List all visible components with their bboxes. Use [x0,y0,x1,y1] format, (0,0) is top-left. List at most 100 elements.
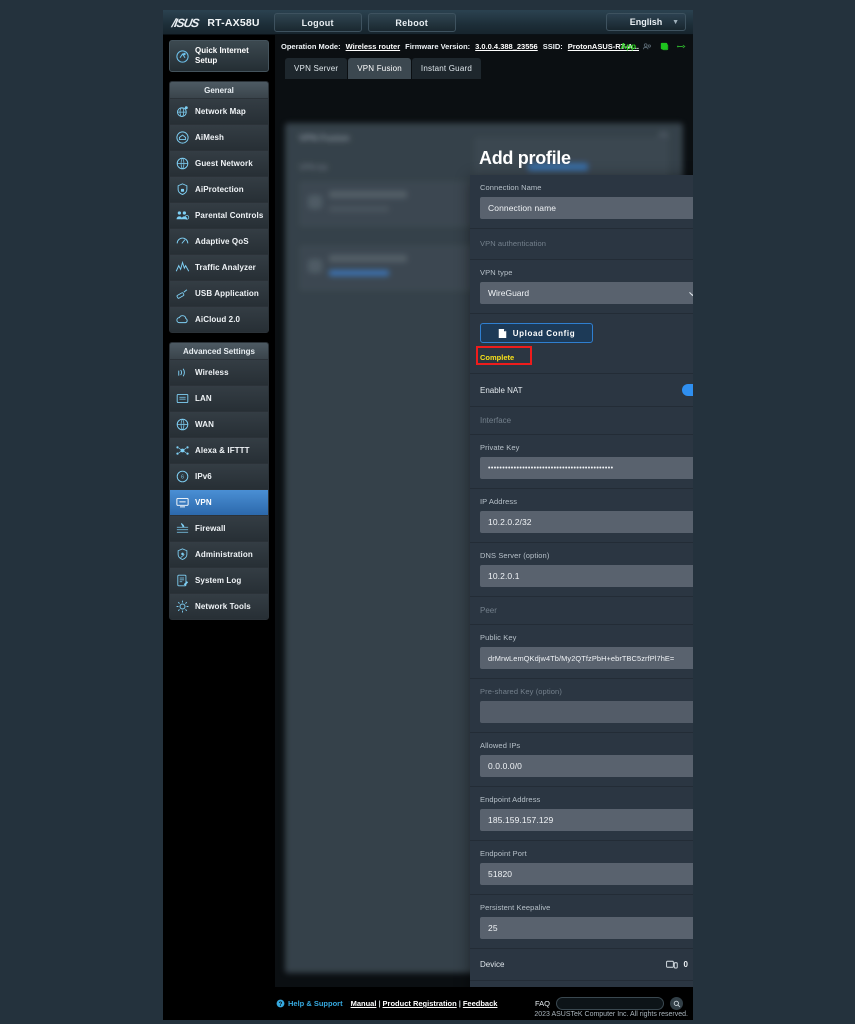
sidebar-item-aiprotection[interactable]: AiProtection [170,176,268,202]
endpoint-address-label: Endpoint Address [480,795,541,804]
sidebar-item-label: LAN [195,394,212,403]
sidebar-item-administration[interactable]: Administration [170,541,268,567]
tab-instant-guard[interactable]: Instant Guard [411,58,481,79]
status-icons: App [620,41,687,52]
chevron-down-icon: ▼ [672,18,679,26]
sidebar-item-adaptive-qos[interactable]: Adaptive QoS [170,228,268,254]
background-card-line [329,270,389,276]
sidebar-item-label: AiMesh [195,133,225,142]
sidebar-item-wan[interactable]: WAN [170,411,268,437]
usb-port-icon[interactable] [676,41,687,52]
endpoint-address-input[interactable]: 185.159.157.129 [480,809,693,831]
sidebar-item-quick-internet-setup[interactable]: Quick Internet Setup [169,40,269,72]
enable-nat-toggle[interactable] [682,384,693,396]
preshared-key-label: Pre-shared Key (option) [480,687,562,696]
allowed-ips-input[interactable]: 0.0.0.0/0 [480,755,693,777]
upload-status-row: Complete [470,346,693,374]
ipv6-icon: 6 [176,470,189,483]
public-key-input[interactable]: drMrwLemQKdjw4Tb/My2QTfzPbH+ebrTBC5zrfPl… [480,647,693,669]
allowed-ips-row: Allowed IPs 0.0.0.0/0 [470,733,693,787]
public-key-row: Public Key drMrwLemQKdjw4Tb/My2QTfzPbH+e… [470,625,693,679]
dns-server-row: DNS Server (option) 10.2.0.1 [470,543,693,597]
upload-status-text: Complete [480,353,515,362]
asus-logo: /ISUS [170,15,200,30]
sidebar-item-aimesh[interactable]: AiMesh [170,124,268,150]
faq-search: FAQ [535,997,683,1010]
connection-name-input[interactable]: Connection name [480,197,693,219]
app-link[interactable]: App [620,42,636,51]
private-key-row: Private Key ••••••••••••••••••••••••••••… [470,435,693,489]
sidebar-item-label: Parental Controls [195,211,264,220]
svg-text:6: 6 [181,474,184,480]
faq-search-input[interactable] [556,997,664,1010]
language-selector[interactable]: English ▼ [606,13,686,31]
sidebar-item-alexa-ifttt[interactable]: Alexa & IFTTT [170,437,268,463]
vpn-type-select[interactable]: WireGuard [480,282,693,304]
network-tools-icon [176,600,189,613]
background-subtitle: VPN list [299,163,328,172]
persistent-keepalive-row: Persistent Keepalive 25 [470,895,693,949]
sidebar-item-wireless[interactable]: Wireless [170,359,268,385]
aimesh-icon [176,131,189,144]
modal-title: Add profile [479,148,571,168]
traffic-analyzer-icon [175,260,190,272]
tab-vpn-fusion[interactable]: VPN Fusion [348,58,411,79]
alexa-ifttt-icon [176,446,189,455]
sidebar: Quick Internet Setup General Network Map… [163,35,275,987]
feedback-link[interactable]: Feedback [463,999,498,1008]
device-count: 0 [683,960,688,969]
tab-bar: VPN Server VPN Fusion Instant Guard [275,57,693,79]
chevron-down-icon [689,291,693,296]
sidebar-item-network-map[interactable]: Network Map [170,98,268,124]
adaptive-qos-icon [176,237,189,244]
background-card-icon [308,259,322,273]
enable-nat-label: Enable NAT [480,385,523,395]
sidebar-item-traffic-analyzer[interactable]: Traffic Analyzer [170,254,268,280]
sidebar-group-general: General Network Map AiMesh Guest Network Ai… [169,81,269,333]
logout-button[interactable]: Logout [273,13,362,32]
sidebar-item-usb-application[interactable]: USB Application [170,280,268,306]
operation-status-bar: Operation Mode: Wireless router Firmware… [275,35,693,57]
private-key-input[interactable]: ••••••••••••••••••••••••••••••••••••••••… [480,457,693,479]
sidebar-item-guest-network[interactable]: Guest Network [170,150,268,176]
peer-section-header[interactable]: Peer [470,597,693,625]
product-registration-link[interactable]: Product Registration [383,999,457,1008]
sidebar-item-system-log[interactable]: System Log [170,567,268,593]
sidebar-item-vpn[interactable]: VPN [170,489,268,515]
clients-icon[interactable] [642,41,653,52]
interface-section-label: Interface [480,416,512,425]
allowed-ips-label: Allowed IPs [480,741,521,750]
dns-server-input[interactable]: 10.2.0.1 [480,565,693,587]
interface-section-header[interactable]: Interface [470,407,693,435]
upload-config-row: Upload Config [470,314,693,347]
sidebar-item-ipv6[interactable]: 6 IPv6 [170,463,268,489]
sidebar-item-lan[interactable]: LAN [170,385,268,411]
reboot-button[interactable]: Reboot [367,13,456,32]
sidebar-item-label: WAN [195,420,214,429]
firmware-value[interactable]: 3.0.0.4.388_23556 [475,42,538,51]
language-label: English [629,17,663,27]
sidebar-item-network-tools[interactable]: Network Tools [170,593,268,619]
upload-config-button[interactable]: Upload Config [480,323,593,343]
sidebar-item-firewall[interactable]: Firewall [170,515,268,541]
preshared-key-input[interactable] [480,701,693,723]
usb-device-icon[interactable] [659,41,670,52]
search-icon[interactable] [670,997,683,1010]
persistent-keepalive-label: Persistent Keepalive [480,903,551,912]
ip-address-input[interactable]: 10.2.0.2/32 [480,511,693,533]
help-support-link[interactable]: ? Help & Support [276,999,343,1008]
connection-name-label: Connection Name [480,183,542,192]
operation-mode-value[interactable]: Wireless router [346,42,401,51]
device-actions: 0 [665,959,693,970]
endpoint-port-input[interactable]: 51820 [480,863,693,885]
sidebar-item-aicloud-2-0[interactable]: AiCloud 2.0 [170,306,268,332]
persistent-keepalive-input[interactable]: 25 [480,917,693,939]
sidebar-item-label: Traffic Analyzer [195,263,256,272]
tab-vpn-server[interactable]: VPN Server [285,58,348,79]
vpn-authentication-label: VPN authentication [480,239,547,248]
sidebar-item-parental-controls[interactable]: Parental Controls [170,202,268,228]
sidebar-item-label: Alexa & IFTTT [195,446,250,455]
top-bar: /ISUS RT-AX58U Logout Reboot English ▼ [163,10,693,35]
manual-link[interactable]: Manual [351,999,377,1008]
parental-controls-icon [176,211,190,220]
